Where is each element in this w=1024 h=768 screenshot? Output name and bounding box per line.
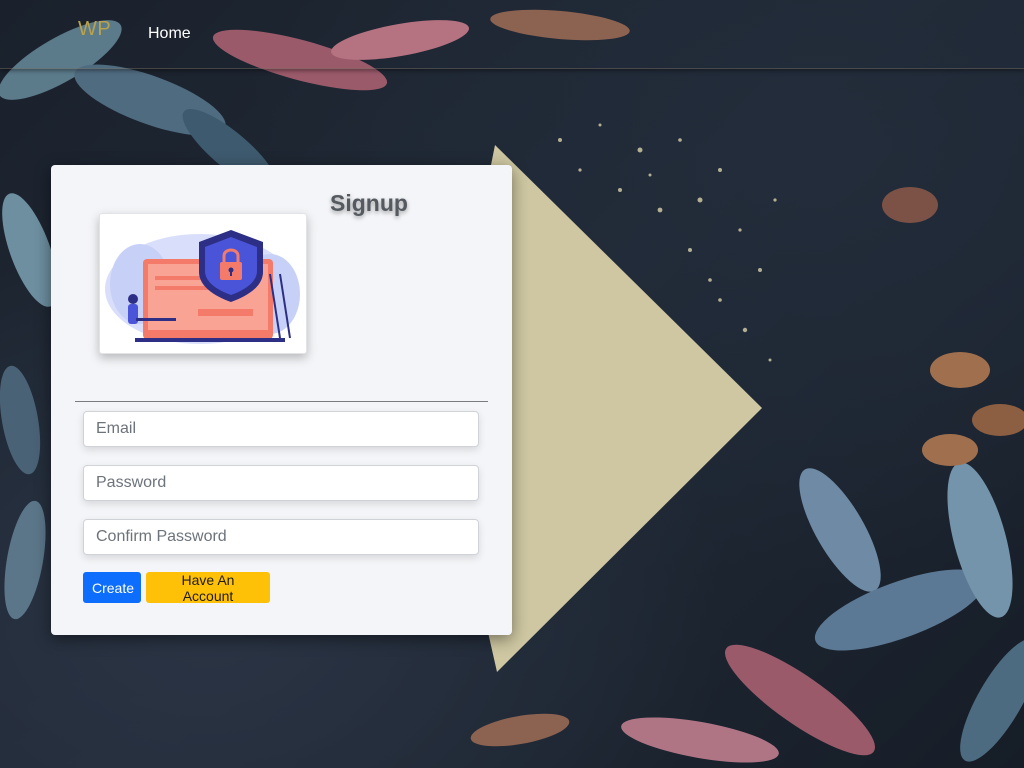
password-field[interactable] bbox=[83, 465, 479, 501]
brand-logo[interactable]: WP bbox=[78, 18, 111, 41]
signup-card: Signup Create Have An Ac bbox=[51, 165, 512, 635]
signup-title: Signup bbox=[330, 190, 408, 216]
security-lock-icon bbox=[105, 230, 300, 344]
have-account-button[interactable]: Have An Account bbox=[146, 572, 270, 604]
email-field[interactable] bbox=[83, 411, 479, 447]
form-divider bbox=[75, 401, 488, 402]
nav-link-home[interactable]: Home bbox=[148, 25, 191, 43]
confirm-password-field[interactable] bbox=[83, 519, 479, 555]
create-button[interactable]: Create bbox=[83, 572, 141, 603]
navbar: WP Home bbox=[0, 0, 1024, 69]
security-illustration bbox=[99, 213, 307, 354]
